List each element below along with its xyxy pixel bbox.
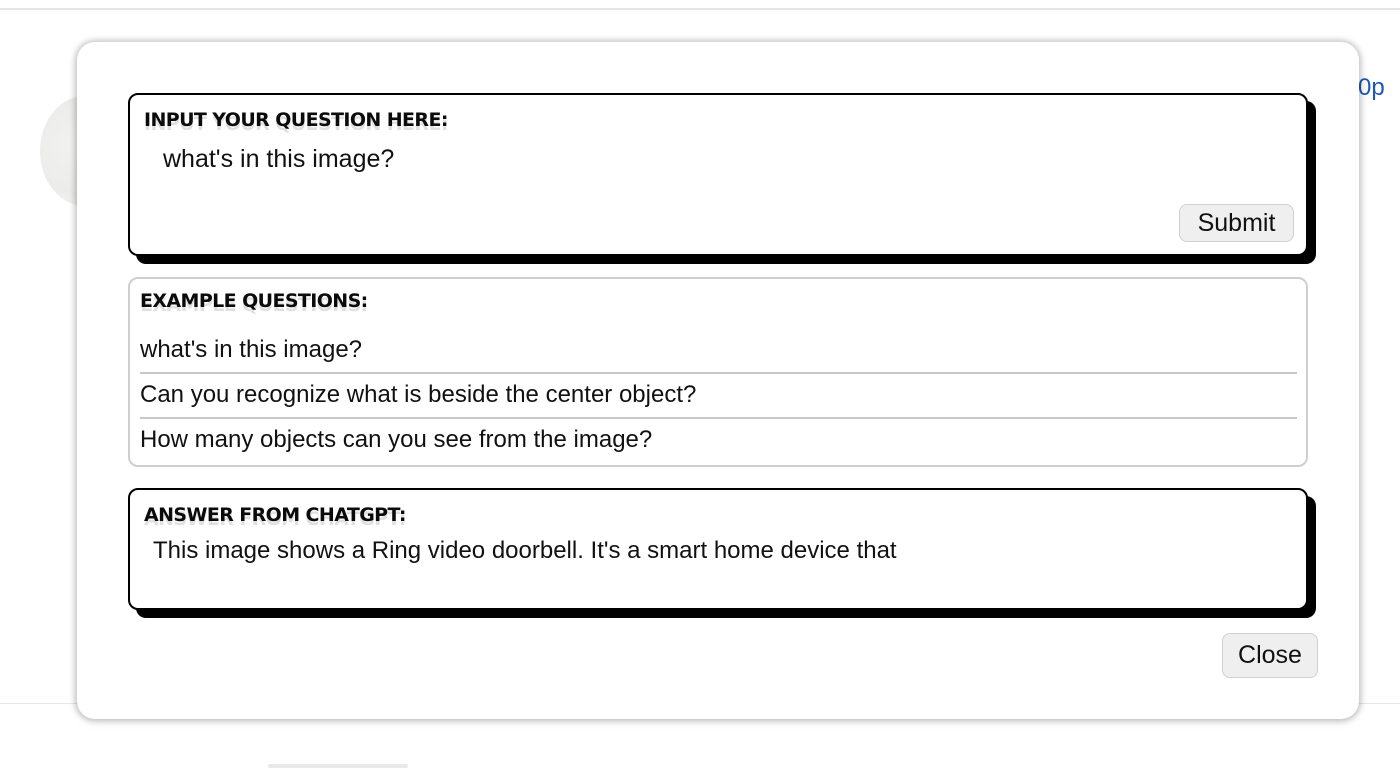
- answer-panel-heading: ANSWER FROM CHATGPT:: [144, 504, 406, 526]
- page-top-border: [0, 8, 1400, 10]
- close-button-label: Close: [1238, 641, 1302, 669]
- example-question-item[interactable]: How many objects can you see from the im…: [140, 419, 1297, 464]
- example-question-item[interactable]: Can you recognize what is beside the cen…: [140, 374, 1297, 419]
- examples-list: what's in this image? Can you recognize …: [140, 329, 1297, 464]
- example-question-item[interactable]: what's in this image?: [140, 329, 1297, 374]
- close-button[interactable]: Close: [1222, 633, 1318, 678]
- question-modal: INPUT YOUR QUESTION HERE: what's in this…: [77, 42, 1359, 719]
- answer-text: This image shows a Ring video doorbell. …: [153, 537, 897, 564]
- background-bottom-element: [268, 764, 408, 768]
- examples-panel-heading: EXAMPLE QUESTIONS:: [140, 290, 368, 312]
- submit-button[interactable]: Submit: [1179, 204, 1294, 242]
- examples-panel: EXAMPLE QUESTIONS: what's in this image?…: [128, 277, 1308, 467]
- answer-panel: ANSWER FROM CHATGPT: This image shows a …: [128, 488, 1308, 610]
- question-input[interactable]: what's in this image?: [163, 145, 394, 174]
- submit-button-label: Submit: [1197, 208, 1276, 237]
- question-panel: INPUT YOUR QUESTION HERE: what's in this…: [128, 93, 1308, 256]
- background-link[interactable]: 0p: [1358, 74, 1385, 102]
- question-panel-heading: INPUT YOUR QUESTION HERE:: [144, 109, 448, 131]
